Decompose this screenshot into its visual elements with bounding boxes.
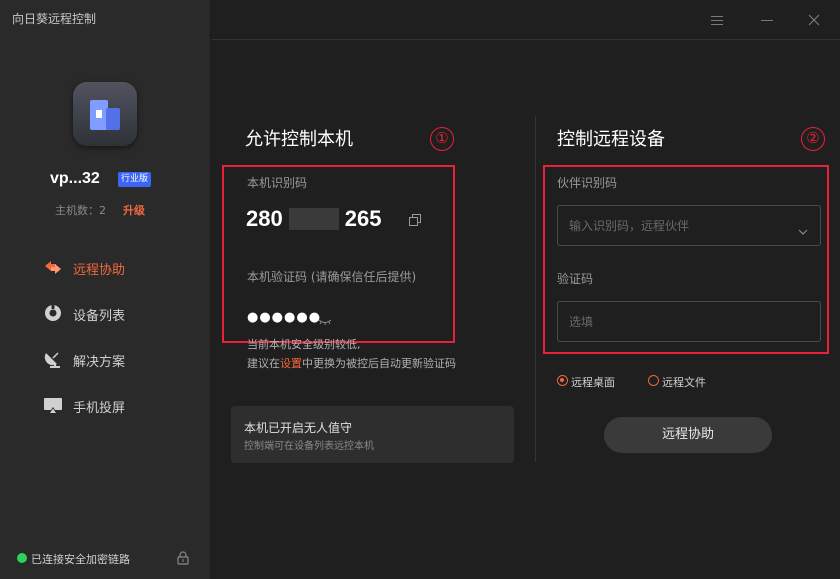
nav-label: 解决方案 <box>73 355 126 370</box>
app-logo-icon <box>73 82 137 146</box>
nav-item-device-list[interactable]: 设备列表 <box>0 298 211 328</box>
device-code-label: 本机识别码 <box>247 176 308 190</box>
partner-code-label: 伙伴识别码 <box>557 176 618 190</box>
verify-code-input-label: 验证码 <box>557 272 594 286</box>
partner-code-field[interactable] <box>557 205 821 246</box>
partner-code-input[interactable] <box>569 206 789 245</box>
device-code-mask <box>288 208 339 231</box>
remote-assist-icon <box>43 258 63 276</box>
solution-icon <box>43 350 63 368</box>
username: vp...32 <box>50 170 100 187</box>
unattended-card: 本机已开启无人值守 控制端可在设备列表远控本机 <box>231 406 514 463</box>
device-code-suffix: 265 <box>344 206 382 232</box>
host-count: 主机数：2 <box>55 204 106 217</box>
security-suggestion: 建议在设置中更换为被控后自动更新验证码 <box>247 357 456 370</box>
app-title: 向日葵远程控制 <box>12 12 97 26</box>
device-list-icon <box>43 304 63 322</box>
close-icon[interactable] <box>806 12 822 28</box>
menu-icon[interactable] <box>709 12 725 28</box>
verify-code: ●●●●●● <box>247 310 322 325</box>
nav-item-solution[interactable]: 解决方案 <box>0 344 211 374</box>
chevron-down-icon[interactable] <box>798 221 808 235</box>
screen-cast-icon <box>43 396 63 414</box>
panel-divider <box>535 116 536 462</box>
remote-assist-button[interactable]: 远程协助 <box>604 417 772 453</box>
device-code: 280 265 <box>246 205 381 232</box>
verify-code-field[interactable] <box>557 301 821 342</box>
nav-item-screen-cast[interactable]: 手机投屏 <box>0 390 211 420</box>
minimize-icon[interactable] <box>759 12 775 28</box>
verify-code-label: 本机验证码 (请确保信任后提供) <box>247 270 417 284</box>
annotation-two: ② <box>801 127 825 151</box>
unattended-subtitle: 控制端可在设备列表远控本机 <box>244 441 374 452</box>
radio-checked-icon <box>557 375 568 386</box>
sidebar: 向日葵远程控制 vp...32 行业版 主机数：2 升级 远程协助 设备列表 解… <box>0 0 211 579</box>
app-window: 向日葵远程控制 vp...32 行业版 主机数：2 升级 远程协助 设备列表 解… <box>0 0 840 579</box>
nav-label: 手机投屏 <box>73 401 126 416</box>
nav-item-remote-assist[interactable]: 远程协助 <box>0 252 211 282</box>
upgrade-link[interactable]: 升级 <box>123 202 145 218</box>
edition-badge: 行业版 <box>118 172 152 187</box>
control-remote-title: 控制远程设备 <box>557 129 665 150</box>
allow-control-title: 允许控制本机 <box>245 129 353 150</box>
device-code-prefix: 280 <box>246 206 283 232</box>
settings-link[interactable]: 设置 <box>280 357 302 370</box>
lock-icon[interactable] <box>177 550 189 565</box>
copy-icon[interactable] <box>409 211 421 226</box>
title-bar <box>211 0 840 40</box>
verify-code-input[interactable] <box>569 302 789 341</box>
annotation-one: ① <box>430 127 454 151</box>
nav-label: 远程协助 <box>73 263 126 278</box>
security-hint: 当前本机安全级别较低, <box>247 338 361 351</box>
status-dot-icon <box>17 553 27 563</box>
unattended-title: 本机已开启无人值守 <box>244 421 353 435</box>
eye-closed-icon[interactable] <box>318 312 332 325</box>
radio-unchecked-icon <box>648 375 659 386</box>
nav-label: 设备列表 <box>73 309 126 324</box>
